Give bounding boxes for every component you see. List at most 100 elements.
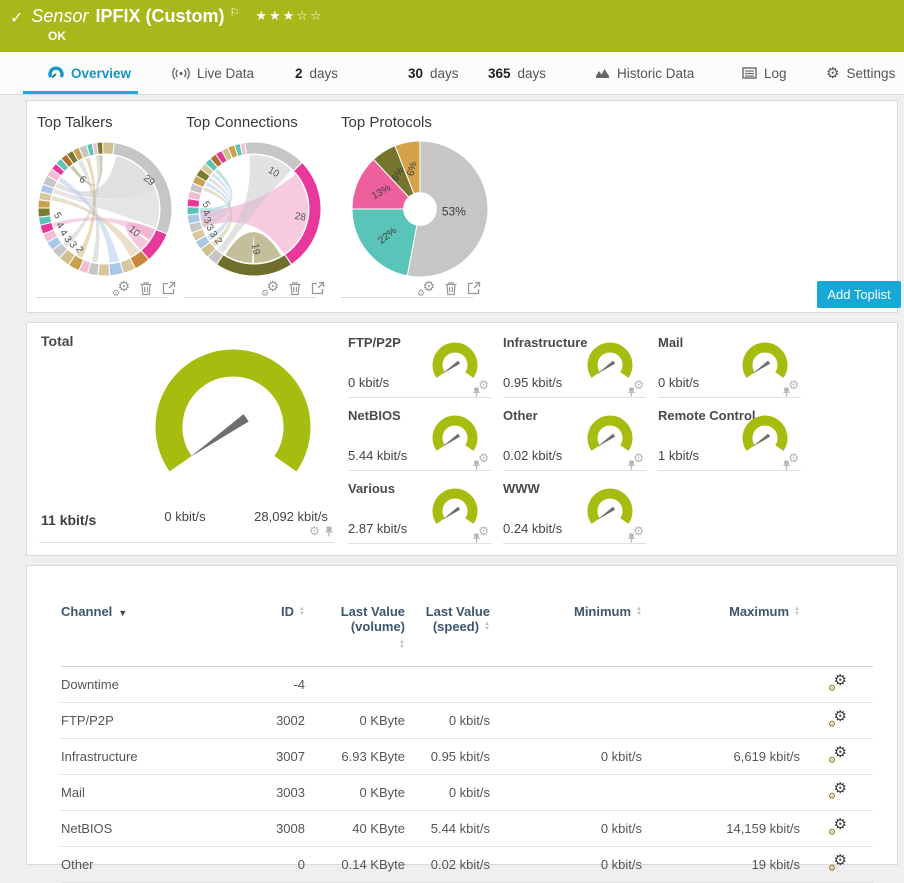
cell-volume: 0.14 KByte [305,846,405,883]
table-row: Infrastructure 3007 6.93 KByte 0.95 kbit/s 0… [61,738,873,775]
total-gauge-max-label: 28,092 kbit/s [254,509,328,524]
toplist-divider [184,297,316,298]
table-row: Other 0 0.14 KByte 0.02 kbit/s 0 kbit/s 19 kb… [61,846,873,883]
gauge-channel-value: 0 kbit/s [658,375,700,390]
channel-settings-icon[interactable]: ⚙ ⚙ [261,279,279,298]
pin-icon[interactable] [472,533,481,543]
gauge-settings-icon[interactable]: ⚙ [309,525,320,537]
column-header-speed[interactable]: Last Value (speed) ▲ ▼ [405,592,490,667]
cell-max [642,666,800,703]
cell-volume [305,666,405,703]
channel-settings-icon[interactable]: ⚙ ⚙ [112,279,130,298]
total-gauge-value: 11 kbit/s [41,512,97,528]
tab-live-data[interactable]: Live Data [172,52,254,94]
channel-settings-icon[interactable]: ⚙ ⚙ [828,817,847,837]
delete-icon[interactable] [139,281,153,296]
cell-volume: 6.93 KByte [305,738,405,775]
tab-bar: Overview Live Data 2 days 30 days 365 days Histo… [0,52,904,95]
pin-icon[interactable] [627,460,636,470]
gauge-channel-label: FTP/P2P [348,335,401,350]
column-header-channel[interactable]: Channel ▼ [61,592,243,667]
gauge-channel-label: WWW [503,481,540,496]
historic-icon [595,67,610,79]
tab-30-days[interactable]: 30 days [408,52,459,94]
gauge-cell-infrastructure: Infrastructure 0.95 kbit/s ⚙ [503,331,646,398]
gauges-card: Total 0 kbit/s 28,092 kbit/s 11 kbit/s ⚙… [26,322,898,556]
channel-settings-icon[interactable]: ⚙ ⚙ [417,279,435,298]
priority-stars[interactable]: ★★★☆☆ [255,8,323,24]
tab-365-days[interactable]: 365 days [488,52,546,94]
cell-id: 3007 [243,738,305,775]
toplist-title-connections: Top Connections [186,114,298,131]
cell-max [642,702,800,739]
channel-table: Channel ▼ ID ▲ ▼ Last Value (volume) ▲ ▼ Last Val… [61,592,873,883]
pin-icon[interactable] [782,387,791,397]
gauge-channel-value: 0.24 kbit/s [503,521,563,536]
log-icon [742,67,757,79]
tab-overview[interactable]: Overview [22,52,139,94]
channel-settings-icon[interactable]: ⚙ ⚙ [828,745,847,765]
cell-settings: ⚙ ⚙ [800,702,873,739]
channel-settings-icon[interactable]: ⚙ ⚙ [828,709,847,729]
column-header-max[interactable]: Maximum ▲ ▼ [642,592,800,667]
top-connections-chord-chart[interactable]: 102819233345 [184,139,324,279]
cell-max: 14,159 kbit/s [642,810,800,847]
cell-max [642,774,800,811]
column-header-volume[interactable]: Last Value (volume) ▲ ▼ [305,592,405,667]
cell-speed: 0.02 kbit/s [405,846,490,883]
sort-desc-icon: ▼ [118,608,128,618]
cell-channel: Downtime [61,666,243,703]
gauge-cell-ftp-p2p: FTP/P2P 0 kbit/s ⚙ [348,331,491,398]
cell-channel: NetBIOS [61,810,243,847]
cell-volume: 0 KByte [305,702,405,739]
delete-icon[interactable] [444,281,458,296]
gauge-cell-remote-control: Remote Control 1 kbit/s ⚙ [658,404,801,471]
channel-gauge [742,415,788,451]
pin-icon[interactable] [472,460,481,470]
cell-channel: Infrastructure [61,738,243,775]
top-protocols-donut-chart[interactable]: 53%22%13%6%6% [350,139,490,279]
cell-id: 3003 [243,774,305,811]
tab-2-days[interactable]: 2 days [295,52,338,94]
column-header-settings [800,592,873,667]
cell-channel: FTP/P2P [61,702,243,739]
sort-icon: ▲ ▼ [299,605,305,617]
channel-gauge [432,342,478,378]
open-external-icon[interactable] [311,281,325,295]
open-external-icon[interactable] [162,281,176,295]
tab-log[interactable]: Log [742,52,787,94]
flag-icon[interactable]: ⚐ [229,6,239,19]
cell-volume: 40 KByte [305,810,405,847]
pin-icon[interactable] [627,387,636,397]
cell-id: -4 [243,666,305,703]
cell-min [490,774,642,811]
pin-icon[interactable] [627,533,636,543]
add-toplist-button[interactable]: Add Toplist [817,281,901,308]
cell-settings: ⚙ ⚙ [800,810,873,847]
channel-settings-icon[interactable]: ⚙ ⚙ [828,853,847,873]
tab-settings[interactable]: ⚙ Settings [826,52,895,94]
cell-settings: ⚙ ⚙ [800,738,873,775]
gauge-channel-value: 0.95 kbit/s [503,375,563,390]
channel-settings-icon[interactable]: ⚙ ⚙ [828,781,847,801]
tab-label: Historic Data [617,65,695,81]
pin-icon[interactable] [472,387,481,397]
tab-historic-data[interactable]: Historic Data [595,52,694,94]
cell-speed: 0 kbit/s [405,702,490,739]
open-external-icon[interactable] [467,281,481,295]
column-header-min[interactable]: Minimum ▲ ▼ [490,592,642,667]
column-header-id[interactable]: ID ▲ ▼ [243,592,305,667]
cell-channel: Other [61,846,243,883]
channel-settings-icon[interactable]: ⚙ ⚙ [828,673,847,693]
total-gauge [155,349,311,472]
sort-icon: ▲ ▼ [636,605,642,617]
pin-icon[interactable] [324,526,334,537]
pin-icon[interactable] [782,460,791,470]
top-talkers-chord-chart[interactable]: 29610233445 [35,139,175,279]
total-gauge-label: Total [41,333,74,349]
table-row: Mail 3003 0 KByte 0 kbit/s ⚙ ⚙ [61,774,873,811]
gauge-channel-value: 5.44 kbit/s [348,448,408,463]
delete-icon[interactable] [288,281,302,296]
table-row: FTP/P2P 3002 0 KByte 0 kbit/s ⚙ ⚙ [61,702,873,739]
channel-gauge [432,415,478,451]
